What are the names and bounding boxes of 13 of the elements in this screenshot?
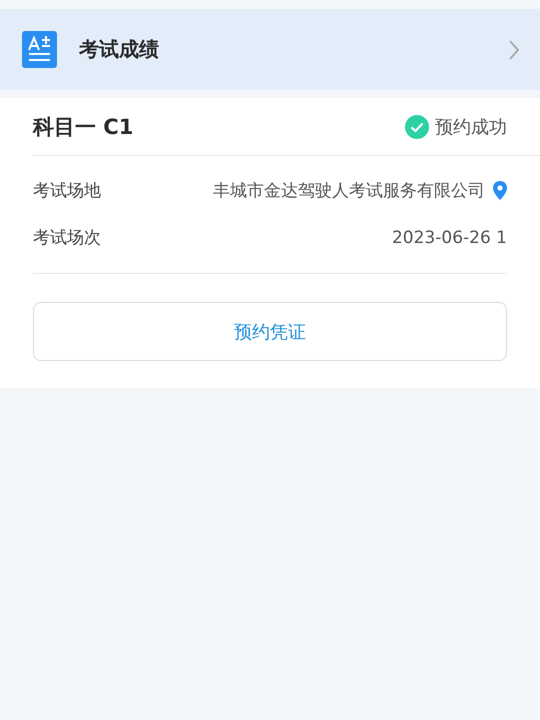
check-icon: [405, 114, 429, 138]
chevron-right-icon: [508, 38, 520, 60]
location-pin-icon[interactable]: [493, 181, 507, 200]
subject-title: 科目一 C1: [33, 114, 134, 140]
field-value: 2023-06-26 1: [392, 228, 507, 248]
field-value: 丰城市金达驾驶人考试服务有限公司: [213, 180, 485, 202]
field-label: 考试场次: [33, 227, 102, 249]
field-label: 考试场地: [33, 180, 102, 202]
header-title: 考试成绩: [79, 36, 160, 63]
grade-icon: [22, 31, 57, 68]
status-text: 预约成功: [435, 116, 507, 138]
voucher-button[interactable]: 预约凭证: [33, 302, 507, 361]
header-bar[interactable]: 考试成绩: [0, 9, 540, 90]
